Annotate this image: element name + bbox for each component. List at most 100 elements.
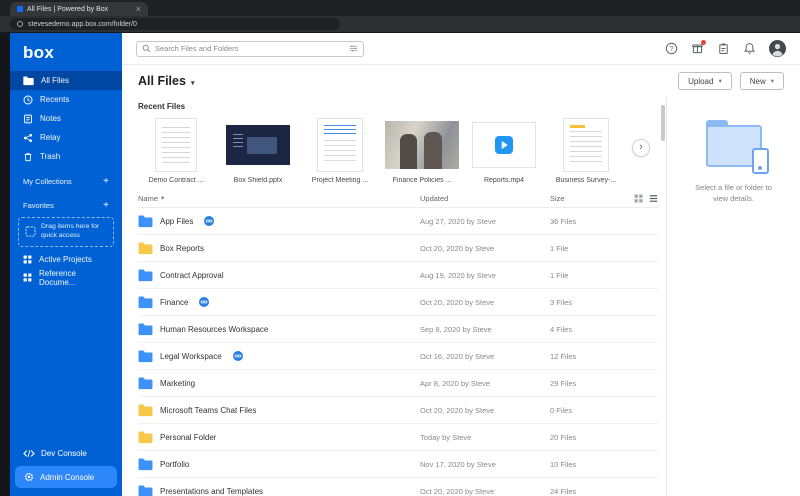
recent-file-card[interactable]: Finance Policies ... — [384, 117, 460, 184]
row-name-cell: Presentations and Templates — [138, 484, 420, 496]
file-thumbnail — [317, 118, 363, 172]
list-view-icon[interactable] — [649, 194, 658, 203]
recent-file-card[interactable]: Box Shield.pptx — [220, 117, 296, 184]
file-thumbnail — [155, 118, 197, 172]
table-row[interactable]: Finance Oct 20, 2020 by Steve 3 Files — [138, 289, 658, 316]
scroll-right-button[interactable] — [632, 139, 650, 157]
sidebar-nav-icon — [23, 133, 33, 143]
column-name-label: Name — [138, 194, 159, 203]
sidebar-bottom-item[interactable]: Dev Console — [10, 444, 122, 463]
recent-file-name: Project Meeting ... — [311, 177, 369, 184]
my-collections-section: My Collections + — [10, 173, 122, 190]
recent-file-name: Finance Policies ... — [392, 177, 452, 184]
table-row[interactable]: Portfolio Nov 17, 2020 by Steve 10 Files — [138, 451, 658, 478]
favorite-item-label: Active Projects — [39, 255, 92, 265]
view-toggle — [622, 194, 658, 203]
notification-badge — [701, 40, 706, 45]
folder-icon — [138, 349, 153, 363]
table-row[interactable]: App Files Aug 27, 2020 by Steve 36 Files — [138, 208, 658, 235]
file-thumbnail-wrap — [548, 117, 624, 173]
sidebar-nav-icon — [23, 152, 33, 162]
row-size: 10 Files — [550, 459, 577, 469]
sidebar-nav-item[interactable]: All Files — [10, 71, 122, 90]
column-header-updated[interactable]: Updated — [420, 194, 550, 203]
address-bar[interactable]: stevesedemo.app.box.com/folder/0 — [10, 18, 340, 30]
recent-file-card[interactable]: Reports.mp4 — [466, 117, 542, 184]
row-name: Marketing — [160, 378, 196, 388]
table-row[interactable]: Contract Approval Aug 19, 2020 by Steve … — [138, 262, 658, 289]
chevron-down-icon — [191, 75, 195, 88]
table-row[interactable]: Personal Folder Today by Steve 20 Files — [138, 424, 658, 451]
add-favorite-icon[interactable]: + — [103, 200, 109, 211]
header-buttons: Upload New — [678, 72, 784, 90]
page-title[interactable]: All Files — [138, 74, 194, 88]
row-name: Presentations and Templates — [160, 486, 264, 496]
table-row[interactable]: Microsoft Teams Chat Files Oct 20, 2020 … — [138, 397, 658, 424]
row-updated: Oct 16, 2020 by Steve — [420, 351, 495, 361]
column-header-name[interactable]: Name — [138, 194, 420, 203]
table-row[interactable]: Presentations and Templates Oct 20, 2020… — [138, 478, 658, 496]
row-updated: Today by Steve — [420, 432, 472, 442]
browser-tab[interactable]: All Files | Powered by Box — [10, 2, 148, 16]
notifications-icon[interactable] — [743, 42, 756, 55]
screen: All Files | Powered by Box stevesedemo.a… — [0, 0, 800, 496]
sidebar-nav-item[interactable]: Relay — [10, 128, 122, 147]
file-thumbnail — [563, 118, 609, 172]
favorite-item[interactable]: Active Projects — [10, 251, 122, 269]
sidebar-nav-item[interactable]: Trash — [10, 147, 122, 166]
new-button[interactable]: New — [739, 72, 784, 90]
tab-close-icon[interactable] — [136, 5, 141, 14]
row-size: 0 Files — [550, 405, 573, 415]
recent-file-card[interactable]: Demo Contract ... — [138, 117, 214, 184]
row-name-cell: App Files — [138, 214, 420, 228]
scrollbar[interactable] — [661, 105, 665, 141]
app-window: box All Files Recents Notes Relay Trash — [0, 33, 800, 496]
folder-icon — [138, 484, 153, 496]
row-updated: Oct 20, 2020 by Steve — [420, 243, 495, 253]
row-size: 24 Files — [550, 486, 577, 496]
row-name: Human Resources Workspace — [160, 324, 269, 334]
table-row[interactable]: Marketing Apr 8, 2020 by Steve 29 Files — [138, 370, 658, 397]
row-updated: Apr 8, 2020 by Steve — [420, 378, 491, 388]
shared-link-icon — [232, 351, 243, 361]
recent-file-card[interactable]: Business Survey-... — [548, 117, 624, 184]
box-favicon-icon — [17, 6, 23, 12]
user-avatar[interactable] — [769, 40, 786, 57]
sidebar-nav-label: Notes — [40, 114, 61, 123]
sidebar-nav-item[interactable]: Recents — [10, 90, 122, 109]
tasks-icon[interactable] — [717, 42, 730, 55]
row-size: 4 Files — [550, 324, 573, 334]
table-row[interactable]: Box Reports Oct 20, 2020 by Steve 1 File — [138, 235, 658, 262]
column-header-size[interactable]: Size — [550, 194, 622, 203]
recent-files-heading: Recent Files — [138, 102, 186, 111]
table-row[interactable]: Human Resources Workspace Sep 8, 2020 by… — [138, 316, 658, 343]
favorite-item[interactable]: Reference Docume... — [10, 269, 122, 287]
window-edge — [0, 33, 10, 496]
row-name-cell: Personal Folder — [138, 430, 420, 444]
recent-file-name: Box Shield.pptx — [233, 177, 283, 184]
table-row[interactable]: Legal Workspace Oct 16, 2020 by Steve 12… — [138, 343, 658, 370]
recent-file-card[interactable]: Project Meeting ... — [302, 117, 378, 184]
search-input[interactable] — [155, 44, 345, 53]
upload-button[interactable]: Upload — [678, 72, 732, 90]
search-bar[interactable] — [136, 40, 364, 57]
search-filter-icon[interactable] — [349, 44, 358, 53]
row-name: Personal Folder — [160, 432, 217, 442]
site-info-icon[interactable] — [17, 21, 23, 27]
row-name-cell: Finance — [138, 295, 420, 309]
sidebar-nav-label: Trash — [40, 152, 61, 161]
recent-file-name: Reports.mp4 — [483, 177, 525, 184]
grid-view-icon[interactable] — [634, 194, 643, 203]
whats-new-icon[interactable] — [691, 40, 706, 55]
folder-icon — [138, 295, 153, 309]
folder-icon — [138, 241, 153, 255]
help-icon[interactable]: ? — [665, 42, 678, 55]
add-collection-icon[interactable]: + — [103, 176, 109, 187]
sidebar-bottom-item[interactable]: Admin Console — [15, 466, 117, 488]
file-thumbnail — [385, 121, 459, 169]
recent-file-name: Demo Contract ... — [148, 177, 204, 184]
file-thumbnail-wrap — [384, 117, 460, 173]
sidebar-nav-item[interactable]: Notes — [10, 109, 122, 128]
row-name: Box Reports — [160, 243, 205, 253]
row-size: 20 Files — [550, 432, 577, 442]
